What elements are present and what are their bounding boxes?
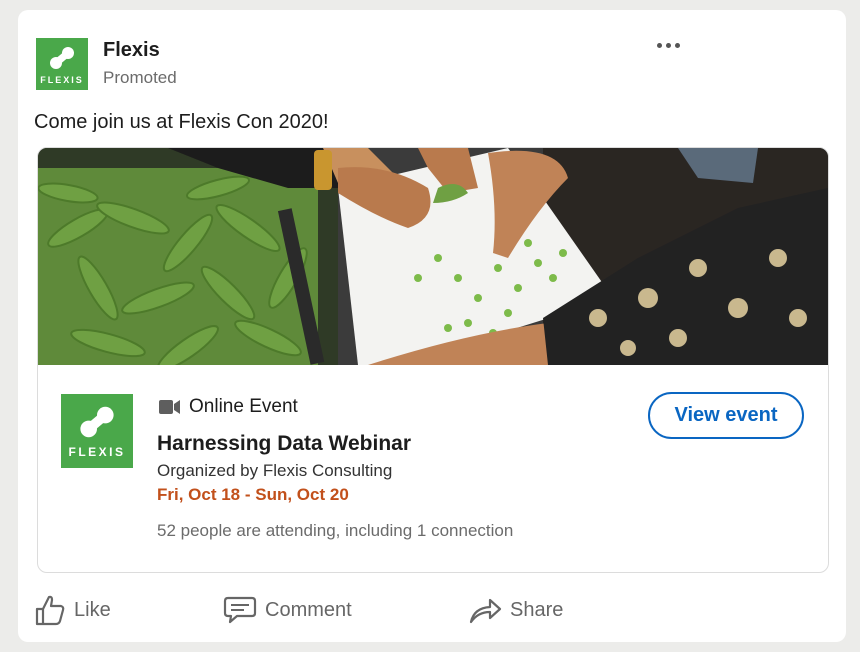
event-cover-image[interactable] bbox=[38, 148, 828, 365]
more-options-icon[interactable] bbox=[648, 32, 688, 58]
flexis-logo[interactable]: FLEXIS bbox=[36, 38, 88, 90]
comment-bubble-icon bbox=[223, 596, 257, 624]
event-type-label: Online Event bbox=[189, 396, 298, 417]
video-camera-icon bbox=[159, 400, 180, 414]
promoted-post-card: FLEXIS Flexis Promoted Come join us at F… bbox=[18, 10, 846, 642]
share-label: Share bbox=[510, 598, 564, 621]
comment-label: Comment bbox=[265, 598, 352, 621]
flexis-logo-mark bbox=[50, 47, 74, 69]
social-actions-bar: Like Comment Share bbox=[18, 592, 846, 628]
event-title[interactable]: Harnessing Data Webinar bbox=[157, 432, 411, 456]
share-arrow-icon bbox=[469, 598, 502, 624]
like-button[interactable]: Like bbox=[34, 592, 111, 628]
flexis-logo-mark bbox=[80, 406, 114, 438]
comment-button[interactable]: Comment bbox=[223, 592, 352, 628]
promoted-label: Promoted bbox=[103, 68, 177, 87]
logo-wordmark: FLEXIS bbox=[68, 445, 126, 459]
post-author-name[interactable]: Flexis bbox=[103, 39, 160, 62]
share-button[interactable]: Share bbox=[468, 592, 563, 628]
event-type: Online Event bbox=[159, 396, 298, 418]
event-dates: Fri, Oct 18 - Sun, Oct 20 bbox=[157, 485, 349, 504]
post-text: Come join us at Flexis Con 2020! bbox=[34, 111, 329, 133]
like-label: Like bbox=[74, 598, 111, 621]
thumbs-up-icon bbox=[35, 595, 65, 626]
event-organizer: Organized by Flexis Consulting bbox=[157, 461, 393, 480]
event-attendance: 52 people are attending, including 1 con… bbox=[157, 521, 514, 540]
view-event-button[interactable]: View event bbox=[648, 392, 804, 439]
logo-wordmark: FLEXIS bbox=[40, 75, 84, 85]
event-organizer-logo[interactable]: FLEXIS bbox=[61, 394, 133, 468]
event-attachment[interactable]: FLEXIS Online Event Harnessing Data Webi… bbox=[37, 147, 829, 573]
